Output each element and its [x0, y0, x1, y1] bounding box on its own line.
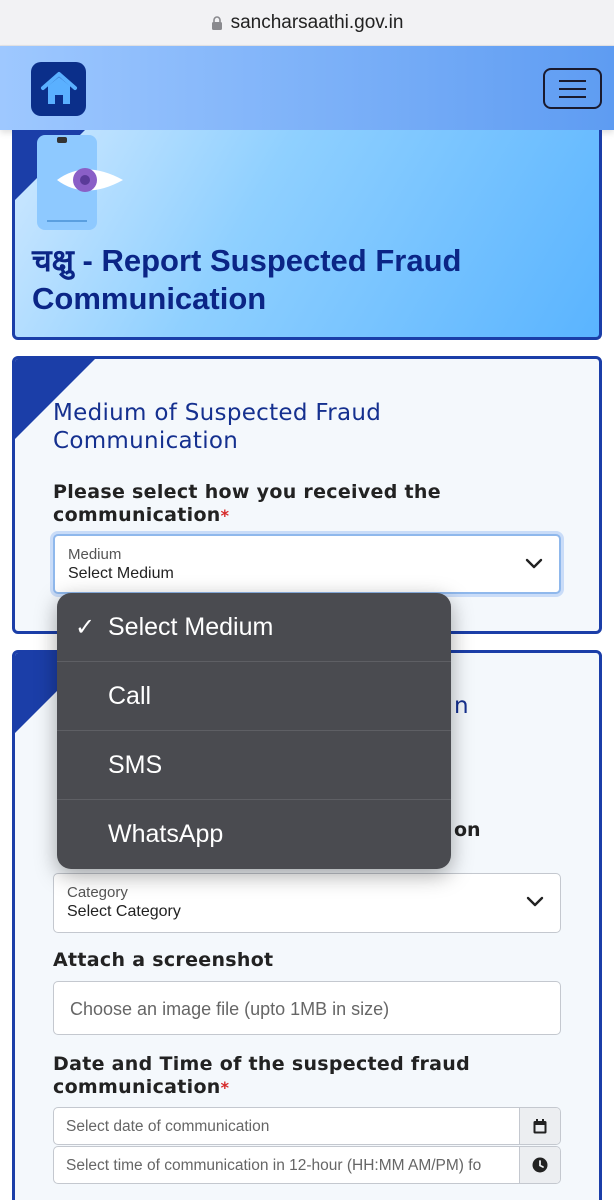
- dropdown-option-label: Select Medium: [108, 612, 274, 641]
- screenshot-file-input[interactable]: Choose an image file (upto 1MB in size): [53, 981, 561, 1035]
- dropdown-option-label: WhatsApp: [108, 820, 224, 848]
- page-title: चक्षु - Report Suspected Fraud Communica…: [32, 243, 462, 316]
- required-asterisk: *: [220, 1078, 230, 1097]
- medium-card-title: Medium of Suspected Fraud Communication: [53, 400, 382, 454]
- url-text: sancharsaathi.gov.in: [230, 11, 404, 33]
- time-picker-button[interactable]: [519, 1147, 560, 1183]
- dropdown-option-label: Call: [108, 681, 152, 710]
- date-picker-button[interactable]: [519, 1108, 560, 1144]
- dropdown-option-select-medium[interactable]: ✓ Select Medium: [57, 593, 451, 662]
- dropdown-option-label: SMS: [108, 750, 163, 779]
- home-icon: [40, 72, 77, 104]
- chevron-down-icon: [526, 896, 544, 907]
- date-input-group[interactable]: Select date of communication: [53, 1107, 561, 1145]
- time-input-group[interactable]: Select time of communication in 12-hour …: [53, 1146, 561, 1184]
- checkmark-icon: ✓: [75, 613, 96, 641]
- hamburger-menu-button[interactable]: [543, 68, 602, 109]
- attach-screenshot-label: Attach a screenshot: [53, 949, 274, 971]
- medium-select[interactable]: Medium Select Medium: [53, 534, 561, 594]
- medium-select-label: Medium: [68, 546, 122, 563]
- dropdown-option-sms[interactable]: SMS: [57, 731, 451, 800]
- top-navbar: [0, 46, 614, 130]
- dropdown-option-call[interactable]: Call: [57, 662, 451, 731]
- medium-question-label: Please select how you received the commu…: [53, 481, 553, 527]
- category-select-label: Category: [67, 884, 128, 901]
- date-input-placeholder: Select date of communication: [66, 1118, 270, 1135]
- clock-icon: [532, 1157, 548, 1173]
- medium-question-text: Please select how you received the commu…: [53, 481, 441, 526]
- details-card-title-fragment: n: [454, 693, 469, 719]
- eye-phone-icon: [37, 135, 123, 230]
- home-button[interactable]: [31, 62, 86, 116]
- required-asterisk: *: [220, 506, 230, 525]
- datetime-label-text: Date and Time of the suspected fraud com…: [53, 1053, 471, 1098]
- medium-select-value: Select Medium: [68, 565, 174, 582]
- page-banner: चक्षु - Report Suspected Fraud Communica…: [12, 130, 602, 340]
- medium-dropdown-menu: ✓ Select Medium Call SMS WhatsApp: [57, 593, 451, 869]
- browser-address-bar[interactable]: sancharsaathi.gov.in: [0, 0, 614, 46]
- hamburger-line: [559, 87, 586, 90]
- hamburger-line: [559, 95, 586, 98]
- calendar-icon: [533, 1118, 547, 1133]
- file-input-placeholder: Choose an image file (upto 1MB in size): [70, 999, 390, 1019]
- lock-icon: [211, 15, 222, 30]
- category-label-fragment: on: [454, 819, 481, 841]
- time-input-placeholder: Select time of communication in 12-hour …: [66, 1157, 482, 1174]
- category-select[interactable]: Category Select Category: [53, 873, 561, 933]
- datetime-label: Date and Time of the suspected fraud com…: [53, 1053, 553, 1099]
- category-select-value: Select Category: [67, 903, 181, 920]
- chevron-down-icon: [525, 558, 543, 569]
- hamburger-menu-icon: [559, 79, 586, 82]
- dropdown-option-whatsapp[interactable]: WhatsApp: [57, 800, 451, 869]
